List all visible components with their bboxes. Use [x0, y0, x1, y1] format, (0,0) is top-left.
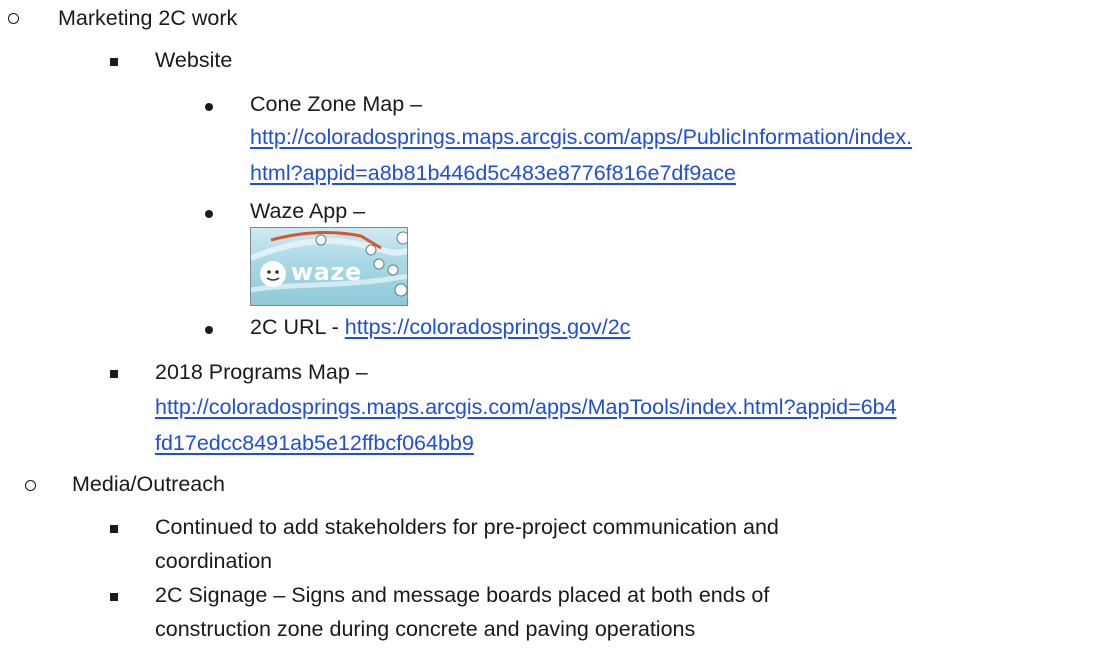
dot-bullet-icon: [205, 326, 213, 334]
programs-link-continued[interactable]: fd17edcc8491ab5e12ffbcf064bb9: [155, 428, 474, 458]
signage-item-continued: construction zone during concrete and pa…: [155, 617, 696, 641]
programs-link[interactable]: http://coloradosprings.maps.arcgis.com/a…: [155, 392, 897, 422]
cone-zone-link-continued[interactable]: html?appid=a8b81b446d5c483e8776f816e7df9…: [250, 158, 736, 188]
cone-zone-link[interactable]: http://coloradosprings.maps.arcgis.com/a…: [250, 122, 912, 152]
signage-item: 2C Signage – Signs and message boards pl…: [155, 583, 770, 607]
square-bullet-icon: [110, 58, 118, 66]
dot-bullet-icon: [205, 210, 213, 218]
square-bullet-icon: [110, 593, 118, 601]
square-bullet-icon: [110, 370, 118, 378]
url-item: 2C URL - https://coloradosprings.gov/2c: [250, 312, 630, 342]
stakeholders-item-continued: coordination: [155, 549, 273, 573]
media-heading: Media/Outreach: [72, 472, 225, 496]
waze-logo-text: waze: [291, 258, 362, 286]
circle-bullet-icon: [8, 13, 19, 24]
url-label: 2C URL -: [250, 315, 345, 339]
website-item: Website: [155, 48, 233, 72]
marketing-heading: Marketing 2C work: [58, 6, 238, 30]
circle-bullet-icon: [25, 480, 36, 491]
programs-label: 2018 Programs Map –: [155, 360, 368, 384]
square-bullet-icon: [110, 525, 118, 533]
waze-label: Waze App –: [250, 199, 366, 223]
cone-zone-label: Cone Zone Map –: [250, 92, 423, 116]
url-link[interactable]: https://coloradosprings.gov/2c: [345, 315, 631, 339]
stakeholders-item: Continued to add stakeholders for pre-pr…: [155, 515, 779, 539]
dot-bullet-icon: [205, 103, 213, 111]
waze-app-image[interactable]: waze: [250, 227, 408, 306]
